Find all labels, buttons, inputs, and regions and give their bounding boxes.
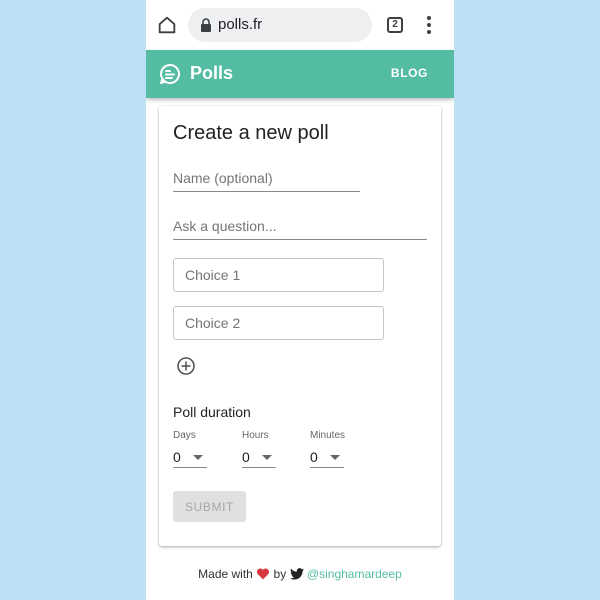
choice-1-input[interactable]: [173, 258, 384, 292]
home-icon[interactable]: [156, 14, 178, 36]
heart-icon: [257, 568, 270, 580]
url-text: polls.fr: [218, 16, 263, 33]
question-input[interactable]: [173, 218, 427, 240]
create-poll-card: Create a new poll Poll duration Days 0 H…: [159, 106, 441, 546]
tabs-icon[interactable]: 2: [387, 17, 403, 33]
lock-icon: [201, 18, 211, 32]
days-value: 0: [173, 449, 181, 465]
choice-2-input[interactable]: [173, 306, 384, 340]
phone-screen: polls.fr 2 Polls BLOG Create a new poll …: [146, 0, 454, 600]
tab-count: 2: [392, 19, 398, 30]
by-text: by: [273, 566, 287, 581]
hours-select[interactable]: 0: [242, 446, 276, 468]
app-title: Polls: [190, 63, 234, 83]
browser-toolbar: polls.fr 2: [146, 0, 454, 50]
days-label: Days: [173, 430, 196, 441]
app-bar: Polls BLOG: [146, 50, 454, 98]
hours-label: Hours: [242, 430, 269, 441]
twitter-handle-link[interactable]: @singhamardeep: [307, 567, 402, 581]
poll-chat-icon: [160, 64, 180, 84]
twitter-icon: [289, 567, 304, 580]
address-bar[interactable]: polls.fr: [188, 8, 372, 42]
add-circle-icon[interactable]: [176, 356, 196, 376]
poll-duration-label: Poll duration: [173, 404, 251, 420]
minutes-value: 0: [310, 449, 318, 465]
blog-link[interactable]: BLOG: [391, 66, 428, 80]
footer: Made with by @singhamardeep: [146, 566, 454, 581]
dropdown-arrow-icon: [262, 455, 272, 460]
poll-name-input[interactable]: [173, 170, 360, 192]
minutes-label: Minutes: [310, 430, 346, 441]
more-vert-icon[interactable]: [426, 16, 432, 34]
days-select[interactable]: 0: [173, 446, 207, 468]
made-with-text: Made with: [198, 566, 253, 581]
hours-value: 0: [242, 449, 250, 465]
dropdown-arrow-icon: [330, 455, 340, 460]
submit-button[interactable]: SUBMIT: [173, 491, 246, 522]
minutes-select[interactable]: 0: [310, 446, 344, 468]
dropdown-arrow-icon: [193, 455, 203, 460]
page-title: Create a new poll: [173, 122, 329, 144]
